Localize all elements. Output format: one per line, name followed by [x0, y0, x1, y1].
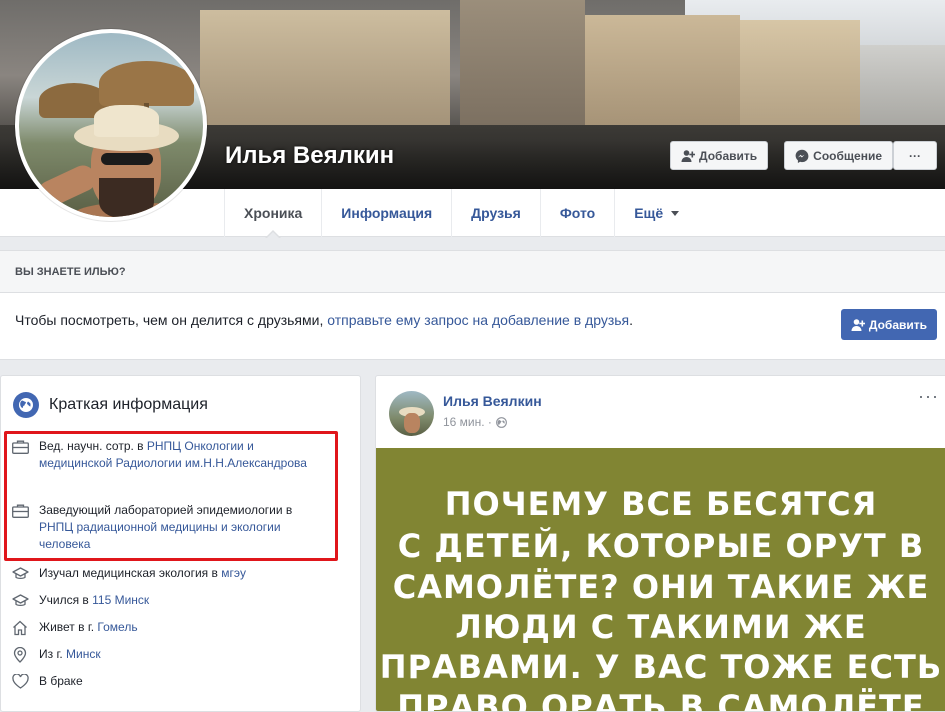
cover-building [460, 0, 585, 130]
profile-avatar[interactable] [15, 29, 207, 221]
do-you-know-message: Чтобы посмотреть, чем он делится с друзь… [15, 312, 634, 328]
sunglasses-shape [101, 153, 153, 165]
post-image[interactable]: ПОЧЕМУ ВСЕ БЕСЯТСЯ С ДЕТЕЙ, КОТОРЫЕ ОРУТ… [376, 448, 945, 712]
intro-education-item: Изучал медицинская экология в мгэу [11, 565, 326, 582]
intro-from-item: Из г. Минск [11, 646, 326, 663]
city-link[interactable]: Минск [66, 647, 101, 661]
school-link[interactable]: мгэу [221, 566, 246, 580]
send-request-link[interactable]: отправьте ему запрос на добавление в дру… [327, 312, 629, 328]
image-text-line: С ДЕТЕЙ, КОТОРЫЕ ОРУТ В [397, 527, 925, 565]
tab-about[interactable]: Информация [321, 189, 451, 237]
cover-building [860, 45, 945, 125]
intro-relationship-item: В браке [11, 673, 326, 690]
location-pin-icon [11, 646, 29, 663]
add-friend-button[interactable]: Добавить [670, 141, 769, 170]
do-you-know-card: ВЫ ЗНАЕТЕ ИЛЬЮ? Чтобы посмотреть, чем он… [0, 250, 945, 360]
more-options-button[interactable]: ··· [893, 141, 937, 170]
post-author-avatar[interactable] [389, 391, 434, 436]
cover-building [200, 10, 450, 125]
image-text-line: ПРАВАМИ. У ВАС ТОЖЕ ЕСТЬ [379, 648, 943, 686]
post-author-name[interactable]: Илья Веялкин [443, 393, 542, 409]
tab-photos[interactable]: Фото [539, 189, 614, 237]
profile-actions: Добавить Сообщение ··· [670, 141, 937, 170]
post-timestamp: 16 мин. · [443, 415, 507, 429]
do-you-know-header: ВЫ ЗНАЕТЕ ИЛЬЮ? [0, 251, 945, 293]
globe-icon [13, 392, 39, 418]
briefcase-icon [11, 438, 29, 455]
add-user-icon [851, 318, 865, 331]
more-dots-icon: ··· [909, 148, 921, 163]
public-globe-icon [496, 416, 507, 428]
intro-title: Краткая информация [13, 392, 208, 418]
intro-card: Краткая информация Вед. научн. сотр. в Р… [0, 375, 361, 712]
add-friend-label: Добавить [699, 148, 758, 163]
tab-friends[interactable]: Друзья [451, 189, 540, 237]
messenger-icon [795, 149, 809, 163]
add-user-icon [681, 149, 696, 163]
intro-work-item: Вед. научн. сотр. в РНПЦ Онкологии и мед… [11, 438, 326, 472]
graduation-cap-icon [11, 592, 29, 609]
image-text-line: САМОЛЁТЕ? ОНИ ТАКИЕ ЖЕ [392, 568, 930, 606]
cover-building [585, 15, 740, 130]
message-button[interactable]: Сообщение [784, 141, 893, 170]
add-friend-primary-button[interactable]: Добавить [840, 309, 937, 340]
intro-work-item: Заведующий лабораторией эпидемиологии в … [11, 502, 326, 553]
post-options-button[interactable]: ··· [918, 386, 939, 407]
image-text-line: ПОЧЕМУ ВСЕ БЕСЯТСЯ [444, 485, 878, 523]
intro-lives-item: Живет в г. Гомель [11, 619, 326, 636]
image-text-line: ЛЮДИ С ТАКИМИ ЖЕ [455, 608, 867, 646]
graduation-cap-icon [11, 565, 29, 582]
cover-building [740, 20, 860, 125]
umbrella-shape [99, 61, 194, 106]
profile-name[interactable]: Илья Веялкин [225, 142, 394, 170]
timeline-post: Илья Веялкин 16 мин. · ··· ПОЧЕМУ ВСЕ БЕ… [375, 375, 945, 712]
message-label: Сообщение [813, 148, 882, 163]
image-text-line: ПРАВО ОРАТЬ В САМОЛЁТЕ [397, 688, 925, 712]
tab-timeline[interactable]: Хроника [224, 189, 321, 239]
chevron-down-icon [671, 210, 680, 216]
tab-more[interactable]: Ещё [614, 189, 698, 237]
workplace-link[interactable]: РНПЦ радиационной медицины и экологии че… [39, 520, 281, 551]
hat-shape [94, 105, 159, 137]
briefcase-icon [11, 502, 29, 519]
heart-icon [11, 673, 29, 690]
school-link[interactable]: 115 Минск [92, 593, 149, 607]
intro-education-item: Учился в 115 Минск [11, 592, 326, 609]
home-icon [11, 619, 29, 636]
city-link[interactable]: Гомель [97, 620, 137, 634]
